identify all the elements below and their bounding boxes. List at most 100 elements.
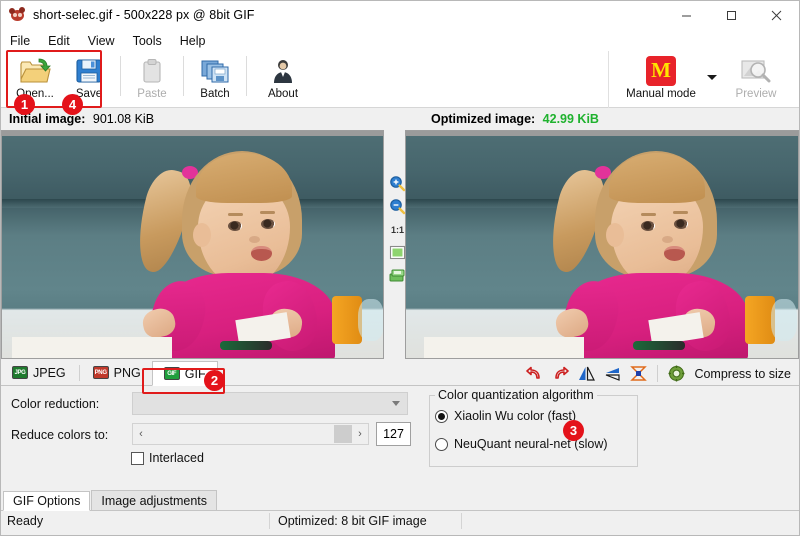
preview-magnifier-icon xyxy=(740,54,772,87)
window-title: short-selec.gif - 500x228 px @ 8bit GIF xyxy=(33,8,255,22)
quantization-groupbox xyxy=(429,395,638,467)
paste-icon xyxy=(138,54,166,87)
preview-button[interactable]: Preview xyxy=(721,51,791,105)
minimize-button[interactable] xyxy=(664,1,709,30)
status-divider-1 xyxy=(269,513,270,529)
quantization-group-title: Color quantization algorithm xyxy=(435,388,597,402)
flip-horizontal-icon[interactable] xyxy=(578,365,595,382)
zoom-actual-size-icon[interactable]: 1:1 xyxy=(389,221,406,238)
menu-item-tools[interactable]: Tools xyxy=(133,34,171,48)
app-icon xyxy=(9,7,26,24)
batch-button-label: Batch xyxy=(200,88,229,100)
bottom-tab-bar: GIF Options Image adjustments xyxy=(1,490,799,511)
menu-item-file[interactable]: File xyxy=(10,34,39,48)
neuquant-radio[interactable] xyxy=(435,438,448,451)
photo-brow-right xyxy=(673,211,688,214)
menu-item-edit[interactable]: Edit xyxy=(48,34,79,48)
slider-thumb[interactable] xyxy=(334,425,352,443)
chevron-down-icon xyxy=(392,401,400,406)
status-divider-2 xyxy=(461,513,462,529)
rotate-icon[interactable] xyxy=(630,365,647,382)
annotation-badge-4: 4 xyxy=(62,94,83,115)
paste-button[interactable]: Paste xyxy=(125,51,179,105)
toolbar-right-group: M Manual mode Preview xyxy=(608,51,799,108)
tab-jpeg-label: JPEG xyxy=(33,366,66,380)
slider-increase-arrow[interactable]: › xyxy=(352,424,368,444)
preview-button-label: Preview xyxy=(736,88,777,100)
original-image-pane[interactable] xyxy=(1,130,384,359)
gif-options-panel: Color reduction: Reduce colors to: ‹ › 1… xyxy=(1,386,799,490)
xiaolin-wu-radio[interactable] xyxy=(435,410,448,423)
annotation-badge-1: 1 xyxy=(14,94,35,115)
flip-vertical-icon[interactable] xyxy=(604,365,621,382)
slider-track[interactable] xyxy=(149,424,352,444)
redo-icon[interactable] xyxy=(552,365,569,382)
manual-mode-badge-icon: M xyxy=(646,54,676,87)
annotation-badge-3: 3 xyxy=(563,420,584,441)
photo-eye-left xyxy=(641,221,655,231)
color-reduction-combo[interactable] xyxy=(132,392,408,415)
photo-ear xyxy=(606,223,624,247)
tab-png-label: PNG xyxy=(114,366,141,380)
manual-mode-badge-letter: M xyxy=(646,56,676,86)
compress-to-size-label[interactable]: Compress to size xyxy=(694,367,791,381)
fit-to-window-icon[interactable] xyxy=(389,244,406,261)
menu-bar: File Edit View Tools Help xyxy=(1,30,799,51)
photo-eye-left xyxy=(228,221,242,231)
open-folder-icon xyxy=(19,54,51,87)
interlaced-checkbox[interactable] xyxy=(131,452,144,465)
menu-item-view[interactable]: View xyxy=(88,34,124,48)
tab-image-adjustments[interactable]: Image adjustments xyxy=(91,490,217,510)
optimized-image-info: Optimized image: 42.99 KiB xyxy=(431,112,599,126)
image-info-bar: Initial image: 901.08 KiB Optimized imag… xyxy=(1,108,799,130)
maximize-button[interactable] xyxy=(709,1,754,30)
photo-ear xyxy=(193,223,211,247)
optimized-image-label: Optimized image: xyxy=(431,112,535,126)
tool-divider xyxy=(657,365,658,382)
image-optimizer-window: short-selec.gif - 500x228 px @ 8bit GIF … xyxy=(0,0,800,536)
optimized-image-pane[interactable] xyxy=(405,130,799,359)
photo-marker xyxy=(220,341,272,350)
about-button-label: About xyxy=(268,88,298,100)
annotation-badge-2: 2 xyxy=(204,370,225,391)
zoom-in-icon[interactable] xyxy=(389,175,406,192)
photo-eye-right xyxy=(261,219,275,229)
initial-image-info: Initial image: 901.08 KiB xyxy=(9,112,154,126)
photo-nose xyxy=(249,236,260,243)
status-ready: Ready xyxy=(7,514,43,528)
menu-item-help[interactable]: Help xyxy=(180,34,215,48)
zoom-out-icon[interactable] xyxy=(389,198,406,215)
optimized-image-value: 42.99 KiB xyxy=(543,112,599,126)
photo-paper-sheet xyxy=(424,337,584,358)
reduce-colors-label: Reduce colors to: xyxy=(11,428,108,442)
floppy-disk-icon xyxy=(75,54,103,87)
compress-gear-icon[interactable] xyxy=(668,365,685,382)
tab-png[interactable]: PNG PNG xyxy=(82,360,152,385)
optimized-photo xyxy=(406,131,798,358)
photo-eye-right xyxy=(674,219,688,229)
interlaced-checkbox-row[interactable]: Interlaced xyxy=(131,451,204,465)
undo-icon[interactable] xyxy=(526,365,543,382)
tab-gif-label: GIF xyxy=(185,367,206,381)
original-photo xyxy=(2,131,383,358)
reduce-colors-slider[interactable]: ‹ › xyxy=(132,423,369,445)
toolbar-divider-2 xyxy=(183,56,184,96)
close-button[interactable] xyxy=(754,1,799,30)
slider-decrease-arrow[interactable]: ‹ xyxy=(133,424,149,444)
manual-mode-button[interactable]: M Manual mode xyxy=(613,51,709,105)
title-bar: short-selec.gif - 500x228 px @ 8bit GIF xyxy=(1,1,799,30)
photo-top-rail xyxy=(2,131,383,136)
xiaolin-wu-radio-row[interactable]: Xiaolin Wu color (fast) xyxy=(435,409,576,423)
batch-button[interactable]: Batch xyxy=(188,51,242,105)
tab-jpeg[interactable]: JPG JPEG xyxy=(1,360,77,385)
toolbar-divider-1 xyxy=(120,56,121,96)
about-button[interactable]: About xyxy=(251,51,315,105)
color-reduction-label: Color reduction: xyxy=(11,397,99,411)
png-icon: PNG xyxy=(93,366,109,379)
tab-gif-options[interactable]: GIF Options xyxy=(3,491,90,511)
photo-brow-left xyxy=(228,213,243,216)
reduce-colors-value[interactable]: 127 xyxy=(376,422,411,446)
copy-view-icon[interactable] xyxy=(389,267,406,284)
neuquant-radio-row[interactable]: NeuQuant neural-net (slow) xyxy=(435,437,608,451)
status-optimized-info: Optimized: 8 bit GIF image xyxy=(278,514,427,528)
